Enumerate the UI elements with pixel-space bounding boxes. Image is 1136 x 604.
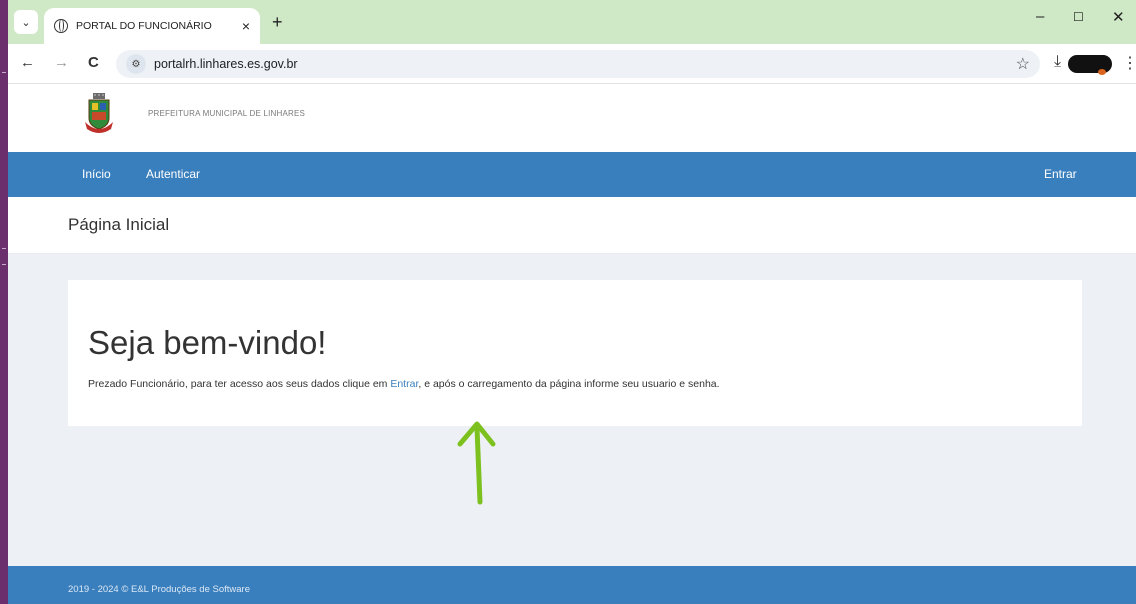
- browser-toolbar: ← → C ⚙ portalrh.linhares.es.gov.br ☆ ⤓ …: [8, 44, 1136, 84]
- tab-close-icon[interactable]: ×: [242, 18, 250, 34]
- kebab-menu-icon[interactable]: ⋮: [1122, 53, 1136, 73]
- org-name: PREFEITURA MUNICIPAL DE LINHARES: [148, 109, 306, 118]
- star-icon[interactable]: ☆: [1016, 54, 1030, 74]
- up-arrow-annotation: [457, 421, 496, 505]
- screen: ⌄ PORTAL DO FUNCIONÁRIO × + – ☐ ✕ ← → C …: [0, 0, 1136, 604]
- welcome-card: Seja bem-vindo! Prezado Funcionário, par…: [68, 280, 1082, 426]
- nav-entrar-link[interactable]: Entrar: [1044, 167, 1077, 181]
- reload-button[interactable]: C: [88, 54, 99, 71]
- welcome-heading: Seja bem-vindo!: [88, 324, 327, 361]
- minimize-button[interactable]: –: [1036, 8, 1044, 25]
- browser-tabstrip: ⌄ PORTAL DO FUNCIONÁRIO × + – ☐ ✕: [8, 0, 1136, 44]
- site-header: PREFEITURA MUNICIPAL DE LINHARES: [8, 84, 1136, 152]
- welcome-text-after: , e após o carregamento da página inform…: [418, 378, 720, 390]
- nav-item-autenticar[interactable]: Autenticar: [146, 167, 200, 181]
- welcome-text: Prezado Funcionário, para ter acesso aos…: [88, 378, 720, 390]
- back-button[interactable]: ←: [20, 54, 35, 71]
- forward-button[interactable]: →: [54, 54, 69, 71]
- tab-search-button[interactable]: ⌄: [14, 10, 38, 34]
- browser-tab[interactable]: PORTAL DO FUNCIONÁRIO ×: [44, 8, 260, 44]
- footer-copyright: 2019 - 2024 © E&L Produções de Software: [68, 584, 250, 595]
- entrar-inline-link[interactable]: Entrar: [390, 378, 418, 390]
- main-navbar: Início Autenticar Entrar: [8, 152, 1136, 197]
- page-title: Página Inicial: [68, 215, 170, 234]
- url-text[interactable]: portalrh.linhares.es.gov.br: [154, 57, 298, 71]
- site-settings-icon[interactable]: ⚙: [126, 54, 146, 74]
- page-title-bar: Página Inicial: [8, 197, 1136, 254]
- municipal-crest-icon: [85, 93, 113, 133]
- profile-avatar[interactable]: [1068, 55, 1112, 75]
- nav-item-inicio[interactable]: Início: [82, 167, 111, 181]
- new-tab-button[interactable]: +: [272, 12, 283, 33]
- left-window-edge: [0, 0, 8, 604]
- maximize-button[interactable]: ☐: [1073, 10, 1084, 24]
- tab-title: PORTAL DO FUNCIONÁRIO: [76, 20, 212, 32]
- address-bar[interactable]: ⚙ portalrh.linhares.es.gov.br ☆: [116, 50, 1040, 78]
- welcome-text-before: Prezado Funcionário, para ter acesso aos…: [88, 378, 391, 390]
- download-icon[interactable]: ⤓: [1054, 53, 1061, 71]
- globe-icon: [54, 19, 68, 33]
- chevron-down-icon: ⌄: [21, 16, 31, 29]
- site-footer: 2019 - 2024 © E&L Produções de Software: [8, 566, 1136, 604]
- close-window-button[interactable]: ✕: [1112, 8, 1125, 26]
